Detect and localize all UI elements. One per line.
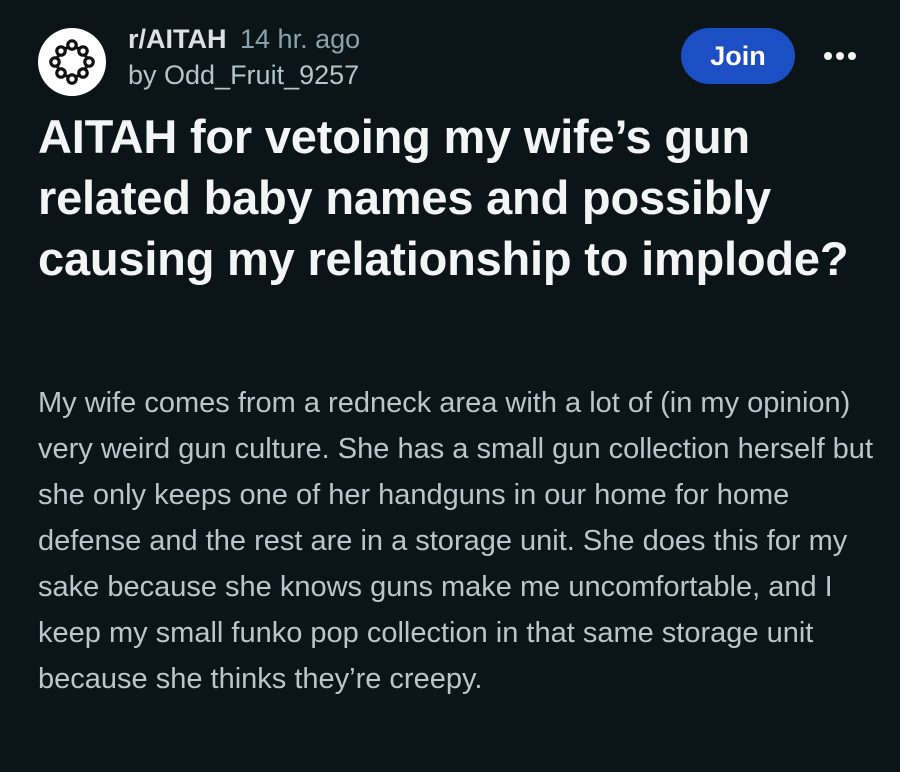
subreddit-name[interactable]: r/AITAH: [128, 24, 227, 54]
post-meta-line: r/AITAH 14 hr. ago: [128, 22, 360, 56]
post-header: r/AITAH 14 hr. ago by Odd_Fruit_9257 Joi…: [38, 22, 868, 102]
more-options-button[interactable]: [820, 38, 860, 74]
post-time: 14 hr. ago: [240, 24, 361, 54]
join-button[interactable]: Join: [681, 28, 795, 84]
author-username[interactable]: by Odd_Fruit_9257: [128, 60, 359, 90]
subreddit-community-icon: [49, 39, 95, 85]
subreddit-avatar[interactable]: [38, 28, 106, 96]
overflow-menu-icon: [824, 52, 856, 60]
post-meta: r/AITAH 14 hr. ago by Odd_Fruit_9257: [128, 22, 360, 92]
author-line: by Odd_Fruit_9257: [128, 58, 360, 92]
post-title[interactable]: AITAH for vetoing my wife’s gun related …: [38, 106, 878, 289]
post-body: My wife comes from a redneck area with a…: [38, 387, 873, 695]
